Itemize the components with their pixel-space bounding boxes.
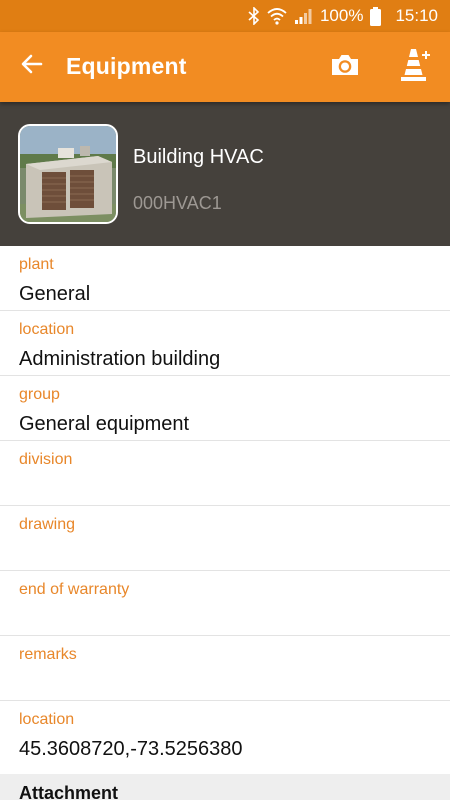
field-gps-location[interactable]: location 45.3608720,-73.5256380 xyxy=(0,701,450,766)
field-label: end of warranty xyxy=(19,581,130,598)
camera-button[interactable] xyxy=(324,46,366,88)
field-location: location Administration building xyxy=(0,311,450,376)
battery-percent: 100% xyxy=(319,6,364,25)
equipment-details-list: plant General location Administration bu… xyxy=(0,246,450,766)
field-label: drawing xyxy=(19,516,76,533)
field-plant: plant General xyxy=(0,246,450,311)
status-time: 15:10 xyxy=(395,6,438,25)
section-title: Attachment xyxy=(19,783,119,803)
field-value: General xyxy=(19,283,91,305)
field-remarks: remarks xyxy=(0,636,450,701)
wifi-icon xyxy=(267,7,287,25)
bluetooth-icon xyxy=(248,7,260,25)
camera-icon xyxy=(330,53,360,82)
field-division: division xyxy=(0,441,450,506)
equipment-code: 000HVAC1 xyxy=(133,193,222,213)
equipment-header: Building HVAC 000HVAC1 xyxy=(0,102,450,246)
app-bar: Equipment xyxy=(0,32,450,102)
field-group: group General equipment xyxy=(0,376,450,441)
page-title: Equipment xyxy=(66,53,187,79)
equipment-photo[interactable] xyxy=(18,124,118,224)
add-maintenance-button[interactable] xyxy=(394,44,438,90)
field-label: division xyxy=(19,451,73,468)
battery-icon xyxy=(370,6,382,26)
back-button[interactable] xyxy=(12,46,52,86)
attachment-section-header: Attachment xyxy=(0,774,450,803)
arrow-back-icon xyxy=(20,52,44,81)
cone-add-icon xyxy=(400,47,432,88)
field-end-of-warranty: end of warranty xyxy=(0,571,450,636)
field-label: plant xyxy=(19,256,54,273)
field-label: remarks xyxy=(19,646,77,663)
equipment-name: Building HVAC xyxy=(133,146,264,168)
status-bar: 100% 15:10 xyxy=(0,0,450,32)
field-label: location xyxy=(19,321,75,338)
signal-icon xyxy=(294,7,312,25)
field-value: General equipment xyxy=(19,413,190,435)
field-drawing: drawing xyxy=(0,506,450,571)
field-label: location xyxy=(19,711,75,728)
field-value: 45.3608720,-73.5256380 xyxy=(19,738,243,760)
field-value: Administration building xyxy=(19,348,221,370)
field-label: group xyxy=(19,386,60,403)
